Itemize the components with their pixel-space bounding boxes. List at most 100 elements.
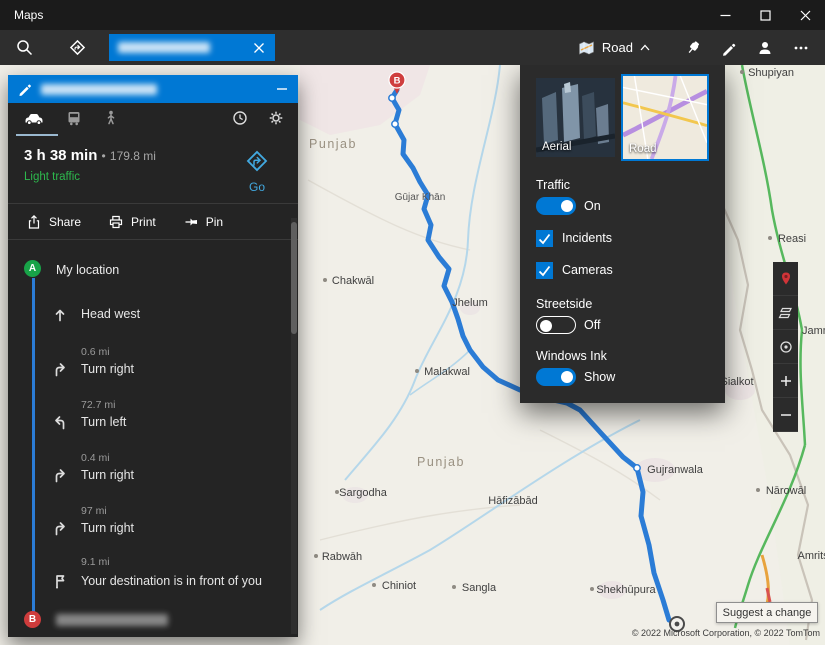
search-button[interactable]: [6, 30, 42, 65]
windows-ink-toggle[interactable]: [536, 368, 576, 386]
toggle-knob: [561, 200, 573, 212]
windows-ink-button[interactable]: [711, 30, 747, 65]
map-icon: [578, 40, 595, 56]
share-label: Share: [49, 215, 81, 229]
traffic-status: Light traffic: [24, 171, 226, 183]
step-distance: 0.6 mi: [81, 346, 110, 358]
gear-icon: [268, 110, 284, 126]
route-distance: 179.8 mi: [110, 149, 156, 163]
collapse-panel-button[interactable]: [276, 83, 288, 95]
checkmark-icon: [536, 230, 553, 247]
map-label: Jhelum: [452, 297, 487, 309]
close-icon: [252, 41, 266, 55]
road-view-option[interactable]: Road: [621, 74, 709, 161]
map-label: Jammu: [802, 325, 825, 337]
traffic-state: On: [584, 199, 601, 213]
pin-icon: [183, 214, 199, 230]
map-label: Chakwāl: [332, 275, 374, 287]
step-instruction[interactable]: Head west: [81, 307, 286, 322]
step-instruction[interactable]: Turn left: [81, 415, 286, 430]
bus-icon: [65, 110, 83, 126]
selected-tab-underline: [16, 134, 58, 136]
map-label: Gūjar Khān: [395, 192, 446, 203]
map-label: Sargodha: [339, 487, 388, 499]
map-label: Shupiyan: [748, 67, 794, 79]
compass-icon: [778, 339, 794, 355]
zoom-in-button[interactable]: [773, 364, 798, 398]
plus-icon: [778, 373, 794, 389]
print-icon: [108, 214, 124, 230]
redacted-search-text: [118, 42, 210, 53]
tab-transit[interactable]: [65, 110, 83, 131]
traffic-toggle[interactable]: [536, 197, 576, 215]
step-instruction[interactable]: Turn right: [81, 521, 286, 536]
pin-view-button[interactable]: [675, 30, 711, 65]
search-icon: [16, 39, 33, 56]
aerial-view-option[interactable]: Aerial: [536, 78, 615, 157]
maximize-button[interactable]: [745, 0, 785, 30]
zoom-out-button[interactable]: [773, 398, 798, 432]
streetside-state: Off: [584, 318, 600, 332]
redacted-destination-title: [41, 84, 157, 95]
go-label: Go: [226, 180, 288, 194]
minimize-button[interactable]: [705, 0, 745, 30]
start-location-label[interactable]: My location: [56, 263, 119, 277]
panel-scrollbar-thumb[interactable]: [291, 222, 297, 334]
suggest-change-button[interactable]: Suggest a change: [716, 602, 818, 623]
pin-button[interactable]: Pin: [183, 214, 223, 230]
map-label: Nārowāl: [766, 485, 806, 497]
maps-app-window: B Shupiyan Punjab Gūjar Khān Reasi Chakw…: [0, 0, 825, 645]
checkmark-icon: [536, 262, 553, 279]
separator-dot: •: [102, 149, 106, 163]
step-instruction[interactable]: Turn right: [81, 468, 286, 483]
history-button[interactable]: [232, 110, 248, 131]
redacted-destination-text: [56, 614, 168, 626]
cameras-label: Cameras: [562, 263, 613, 277]
rotate-button[interactable]: [773, 330, 798, 364]
directions-button[interactable]: [59, 30, 95, 65]
incidents-checkbox[interactable]: [536, 230, 553, 247]
route-actions: Share Print Pin: [8, 204, 298, 239]
turn-right-icon: [52, 467, 68, 483]
more-button[interactable]: [783, 30, 819, 65]
location-pin-icon: [779, 271, 793, 286]
windows-ink-state: Show: [584, 370, 615, 384]
cameras-checkbox[interactable]: [536, 262, 553, 279]
streetside-toggle[interactable]: [536, 316, 576, 334]
road-label: Road: [629, 143, 657, 155]
incidents-label: Incidents: [562, 231, 612, 245]
map-view-button[interactable]: Road: [569, 30, 659, 65]
search-input[interactable]: [109, 34, 275, 61]
map-copyright: © 2022 Microsoft Corporation, © 2022 Tom…: [632, 628, 820, 638]
minimize-icon: [720, 10, 731, 21]
print-label: Print: [131, 215, 156, 229]
tilt-button[interactable]: [773, 296, 798, 330]
my-location-button[interactable]: [773, 262, 798, 296]
go-button[interactable]: Go: [226, 147, 288, 203]
edit-pencil-icon: [18, 82, 32, 97]
go-diamond-icon: [244, 148, 270, 174]
close-button[interactable]: [785, 0, 825, 30]
toggle-knob: [540, 320, 552, 332]
toolbar: Road: [0, 30, 825, 65]
route-options-button[interactable]: [268, 110, 284, 131]
ellipsis-icon: [793, 40, 809, 56]
directions-steps-list: A My location Head west 0.6 mi Turn righ…: [8, 240, 298, 637]
tab-drive[interactable]: [22, 110, 45, 131]
turn-left-icon: [52, 414, 68, 430]
close-icon: [800, 10, 811, 21]
step-instruction[interactable]: Your destination is in front of you: [81, 574, 286, 589]
account-button[interactable]: [747, 30, 783, 65]
map-label: Sialkot: [720, 376, 753, 388]
turn-right-icon: [52, 520, 68, 536]
map-label: Amritsar: [798, 550, 825, 562]
directions-header[interactable]: [8, 75, 298, 103]
clear-search-button[interactable]: [252, 41, 266, 55]
tab-walk[interactable]: [103, 110, 119, 131]
map-label: Chiniot: [382, 580, 416, 592]
pin-label: Pin: [206, 215, 223, 229]
print-button[interactable]: Print: [108, 214, 156, 230]
step-instruction[interactable]: Turn right: [81, 362, 286, 377]
share-button[interactable]: Share: [26, 214, 81, 230]
straight-arrow-icon: [52, 306, 68, 322]
